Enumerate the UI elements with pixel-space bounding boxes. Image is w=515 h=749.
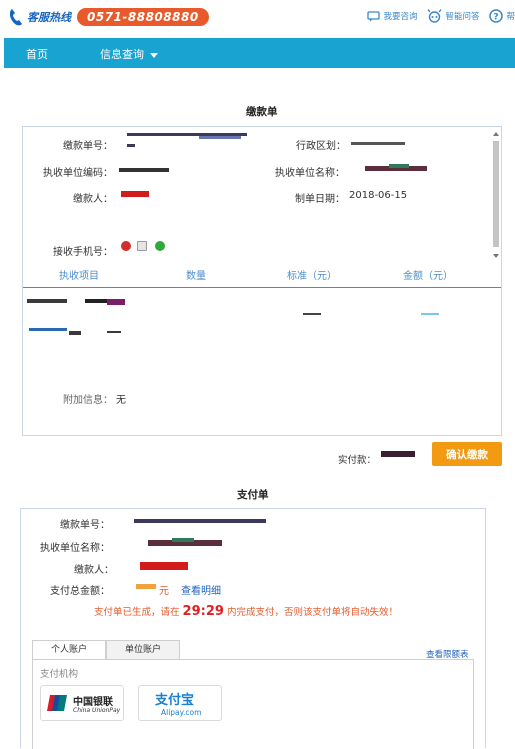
countdown-suffix: 内完成支付，否则该支付单将自动失效！ [226,607,398,618]
th-amount: 金额（元） [403,271,453,282]
consult-link-label: 我要咨询 [383,12,418,22]
help-link[interactable]: ? 帮 [489,9,515,23]
chevron-down-icon [150,52,158,58]
consult-link[interactable]: 我要咨询 [367,10,417,22]
unionpay-option[interactable]: 中国银联 China UnionPay [40,685,124,721]
extra-info-label: 附加信息： [63,395,113,406]
scrollbar-thumb[interactable] [493,141,499,247]
unionpay-cn: 中国银联 [73,697,113,708]
unit-code-label: 执收单位编码： [43,168,113,179]
alipay-cn: 支付宝 [155,693,195,708]
notice-scrollbar[interactable] [491,131,499,261]
nav-info-query[interactable]: 信息查询 [100,46,158,62]
pay-org-label: 支付机构 [40,669,79,680]
table-header-divider [23,287,501,288]
hotline-label: 客服热线 [27,11,71,24]
countdown-notice: 支付单已生成，请在 29:29 内完成支付，否则该支付单将自动失效！ [94,604,398,619]
bill-no-label: 缴款单号： [63,141,113,152]
main-nav: 首页 信息查询 [4,38,515,68]
slip-payer-redacted [140,562,188,570]
slip-unit-name-label: 执收单位名称： [40,543,110,554]
help-icon: ? [489,9,504,23]
slip-payer-label: 缴款人： [74,565,114,576]
date-value: 2018-06-15 [349,190,408,201]
nav-info-query-label: 信息查询 [100,48,144,61]
chat-icon [367,10,381,21]
top-bar: 客服热线 0571-88808880 我要咨询 智能问答 ? 帮 [0,0,515,38]
unionpay-logo [47,695,67,711]
hotline-number: 0571-88808880 [77,8,209,26]
svg-text:?: ? [494,13,499,23]
scroll-up-icon[interactable] [492,131,500,137]
qa-link-label: 智能问答 [445,12,480,22]
add-phone-icon[interactable] [155,241,165,251]
slip-total-unit: 元 [159,586,169,597]
help-link-label: 帮 [506,12,515,22]
unit-name-label: 执收单位名称： [275,168,345,179]
unionpay-en: China UnionPay [73,707,121,714]
notice-title: 缴款单 [246,106,278,118]
countdown-prefix: 支付单已生成，请在 [94,607,180,618]
robot-icon [427,9,443,23]
slip-bill-no-redacted [134,519,266,523]
payer-value-redacted [121,191,149,197]
slip-title: 支付单 [237,489,269,501]
scroll-down-icon[interactable] [492,253,500,259]
payer-label: 缴款人： [73,194,113,205]
confirm-pay-button[interactable]: 确认缴款 [432,442,502,466]
slip-total-redacted [136,584,156,589]
nav-home[interactable]: 首页 [26,46,48,62]
th-quantity: 数量 [186,271,206,282]
qa-link[interactable]: 智能问答 [427,9,479,23]
edit-phone-icon[interactable] [137,241,147,251]
unit-code-value-redacted [119,168,169,172]
alipay-option[interactable]: 支付宝 Alipay.com [138,685,222,721]
notice-panel: 缴款单号： 行政区划： 执收单位编码： 执收单位名称： 缴款人： 制单日期： 2… [22,126,502,436]
tab-personal-account[interactable]: 个人账户 [32,640,106,660]
phone-label: 接收手机号： [53,247,113,258]
th-standard: 标准（元） [287,271,337,282]
th-item: 执收项目 [59,271,99,282]
district-value-redacted [351,142,405,145]
extra-info-value: 无 [116,395,126,406]
district-label: 行政区划： [296,141,346,152]
actual-pay-value-redacted [381,451,415,457]
countdown-timer: 29:29 [182,604,224,619]
tab-unit-account[interactable]: 单位账户 [106,640,180,660]
remove-phone-icon[interactable] [121,241,131,251]
actual-pay-label: 实付款： [338,455,377,466]
date-label: 制单日期： [295,194,345,205]
hotline: 客服热线 0571-88808880 [8,8,209,26]
slip-total-label: 支付总金额： [50,586,110,597]
alipay-en: Alipay.com [161,708,202,717]
view-detail-link[interactable]: 查看明细 [181,582,221,597]
phone-icon [9,9,22,26]
slip-bill-no-label: 缴款单号： [60,520,110,531]
